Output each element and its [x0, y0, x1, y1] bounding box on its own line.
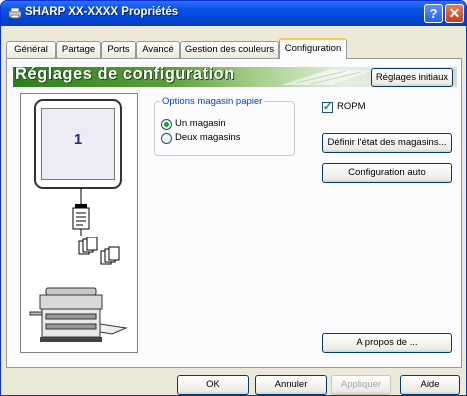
radio-two-trays-label: Deux magasins: [175, 132, 241, 143]
properties-dialog: SHARP XX-XXXX Propriétés ? ✕ Général Par…: [0, 0, 467, 396]
reset-settings-button[interactable]: Réglages initiaux: [371, 68, 453, 87]
radio-one-tray-label: Un magasin: [175, 118, 226, 129]
apply-button[interactable]: Appliquer: [331, 375, 391, 395]
auto-configuration-button[interactable]: Configuration auto: [322, 163, 452, 183]
cancel-button[interactable]: Annuler: [255, 375, 327, 395]
banner-title: Réglages de configuration: [15, 65, 235, 83]
banner-decoration-icon: [281, 69, 371, 85]
sorted-copies-icon: [78, 237, 120, 265]
printer-preview: 1: [20, 93, 138, 353]
copier-machine-icon: [29, 287, 128, 342]
ok-button[interactable]: OK: [177, 375, 249, 395]
tab-partage[interactable]: Partage: [56, 41, 101, 58]
tab-configuration[interactable]: Configuration: [279, 38, 347, 59]
tray-display: 1: [34, 99, 122, 189]
ropm-checkbox[interactable]: ✓: [322, 101, 333, 113]
tray-count-label: 1: [73, 131, 83, 148]
tab-avance[interactable]: Avancé: [136, 41, 180, 58]
radio-two-trays-indicator[interactable]: [161, 133, 172, 144]
define-tray-status-button[interactable]: Définir l'état des magasins...: [322, 133, 452, 153]
tab-ports[interactable]: Ports: [101, 41, 136, 58]
help-button[interactable]: Aide: [400, 375, 460, 395]
tray-options-legend: Options magasin papier: [160, 96, 265, 107]
printer-icon: [8, 7, 22, 19]
window-title: SHARP XX-XXXX Propriétés: [25, 6, 179, 18]
help-title-button[interactable]: ?: [424, 4, 443, 23]
title-bar[interactable]: SHARP XX-XXXX Propriétés ? ✕: [1, 1, 466, 26]
ropm-label: ROPM: [337, 101, 366, 112]
radio-one-tray-indicator[interactable]: [161, 119, 172, 130]
tray-screen: 1: [41, 108, 115, 180]
close-button[interactable]: ✕: [445, 4, 464, 23]
tab-general[interactable]: Général: [6, 41, 56, 58]
check-icon: ✓: [323, 101, 333, 113]
about-button[interactable]: A propos de ...: [322, 333, 452, 353]
tab-gestion-couleurs[interactable]: Gestion des couleurs: [180, 41, 279, 58]
